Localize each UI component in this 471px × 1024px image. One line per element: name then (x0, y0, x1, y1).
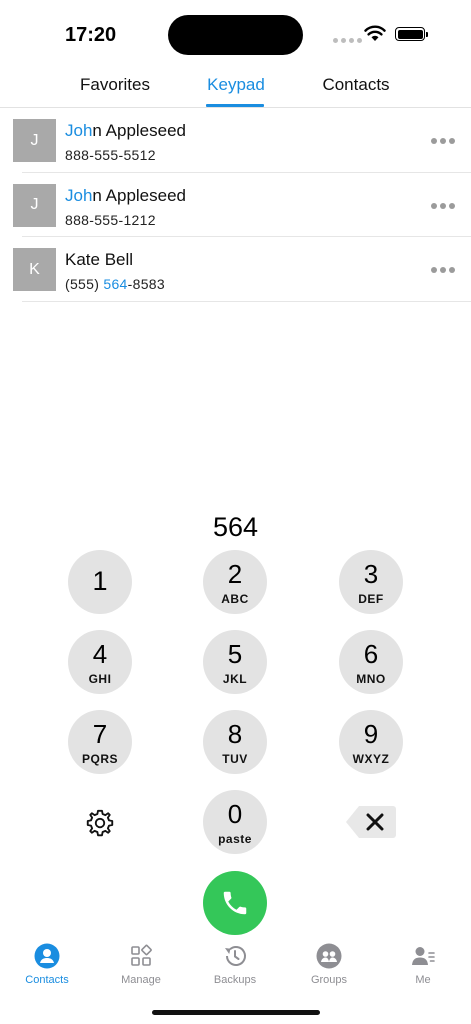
key-4[interactable]: 4 GHI (68, 630, 132, 694)
contact-name: John Appleseed (65, 186, 186, 206)
key-letters: WXYZ (352, 752, 390, 766)
key-9[interactable]: 9 WXYZ (339, 710, 403, 774)
backspace-icon[interactable] (345, 805, 397, 839)
tab-favorites[interactable]: Favorites (80, 75, 150, 95)
contacts-icon (34, 943, 60, 969)
nav-label: Groups (310, 974, 348, 986)
key-digit: 3 (363, 559, 379, 589)
key-digit: 0 (227, 799, 243, 829)
contact-row[interactable]: K Kate Bell (555) 564-8583 (0, 237, 471, 302)
key-letters: PQRS (81, 752, 118, 766)
dialed-number-display: 564 (212, 512, 259, 542)
key-6[interactable]: 6 MNO (339, 630, 403, 694)
nav-me[interactable]: Me (383, 940, 463, 986)
nav-groups[interactable]: Groups (289, 940, 369, 986)
key-digit: 2 (227, 559, 243, 589)
key-digit: 6 (363, 639, 379, 669)
me-icon (412, 947, 435, 965)
manage-grid-icon (131, 944, 152, 966)
avatar: J (13, 183, 56, 227)
avatar: J (13, 119, 56, 162)
contact-name: John Appleseed (65, 121, 186, 141)
tab-keypad[interactable]: Keypad (207, 75, 265, 95)
key-letters: TUV (222, 752, 248, 766)
nav-label: Contacts (25, 974, 69, 986)
contact-name: Kate Bell (65, 250, 133, 270)
groups-icon (316, 943, 342, 969)
contact-phone: 888-555-5512 (65, 147, 156, 163)
key-8[interactable]: 8 TUV (203, 710, 267, 774)
phone-match-highlight: 564 (103, 276, 128, 292)
cellular-signal-icon (333, 38, 362, 43)
phone-prefix: (555) (65, 276, 104, 292)
key-digit: 7 (92, 719, 108, 749)
gear-icon[interactable] (85, 808, 115, 838)
phone-suffix: -8583 (127, 276, 165, 292)
name-rest: n Appleseed (92, 185, 187, 205)
phone-suffix: 888-555-1212 (65, 211, 156, 228)
key-letters: MNO (356, 672, 386, 686)
key-digit: 8 (227, 719, 243, 749)
key-digit: 1 (92, 566, 108, 596)
contact-search-results: J John Appleseed 888-555-5512 J John App… (0, 108, 471, 302)
name-match-highlight: Joh (65, 185, 93, 205)
nav-manage[interactable]: Manage (101, 940, 181, 986)
more-horizontal-icon[interactable] (431, 202, 455, 209)
nav-label: Me (415, 974, 431, 986)
key-digit: 5 (227, 639, 243, 669)
active-tab-indicator (206, 104, 264, 107)
contact-phone: (555) 564-8583 (65, 276, 165, 292)
key-2[interactable]: 2 ABC (203, 550, 267, 614)
key-1[interactable]: 1 (68, 550, 132, 614)
key-0[interactable]: 0 paste (203, 790, 267, 854)
call-button[interactable] (203, 871, 267, 935)
key-letters: DEF (358, 592, 384, 606)
contact-row[interactable]: J John Appleseed 888-555-5512 (0, 108, 471, 173)
name-rest: n Appleseed (92, 121, 187, 140)
name-rest: Kate Bell (65, 250, 134, 269)
avatar: K (13, 248, 56, 291)
home-indicator (152, 1010, 320, 1015)
history-icon (225, 946, 246, 966)
key-5[interactable]: 5 JKL (203, 630, 267, 694)
key-letters: ABC (221, 592, 249, 606)
key-letters: GHI (88, 672, 112, 686)
key-letters: JKL (222, 672, 248, 686)
key-digit: 4 (92, 639, 108, 669)
bottom-tab-bar: Contacts Manage Backups Groups Me (0, 940, 471, 1000)
more-horizontal-icon[interactable] (431, 138, 455, 144)
dynamic-island (168, 15, 303, 55)
status-time: 17:20 (65, 24, 117, 46)
phone-icon (223, 891, 247, 915)
battery-icon (395, 27, 428, 41)
phone-suffix: 888-555-5512 (65, 147, 156, 163)
nav-backups[interactable]: Backups (195, 940, 275, 986)
nav-label: Manage (121, 974, 161, 986)
nav-contacts[interactable]: Contacts (7, 940, 87, 986)
key-7[interactable]: 7 PQRS (68, 710, 132, 774)
status-bar: 17:20 (0, 0, 471, 64)
more-horizontal-icon[interactable] (431, 267, 455, 273)
contact-row[interactable]: J John Appleseed 888-555-1212 (0, 173, 471, 238)
key-3[interactable]: 3 DEF (339, 550, 403, 614)
key-digit: 9 (363, 719, 379, 749)
tab-contacts[interactable]: Contacts (322, 75, 389, 95)
contact-phone: 888-555-1212 (65, 212, 156, 228)
wifi-icon (364, 25, 386, 41)
nav-label: Backups (213, 974, 257, 986)
name-match-highlight: Joh (65, 121, 93, 140)
top-tab-bar: Favorites Keypad Contacts (0, 64, 471, 108)
key-letters: paste (218, 832, 252, 846)
